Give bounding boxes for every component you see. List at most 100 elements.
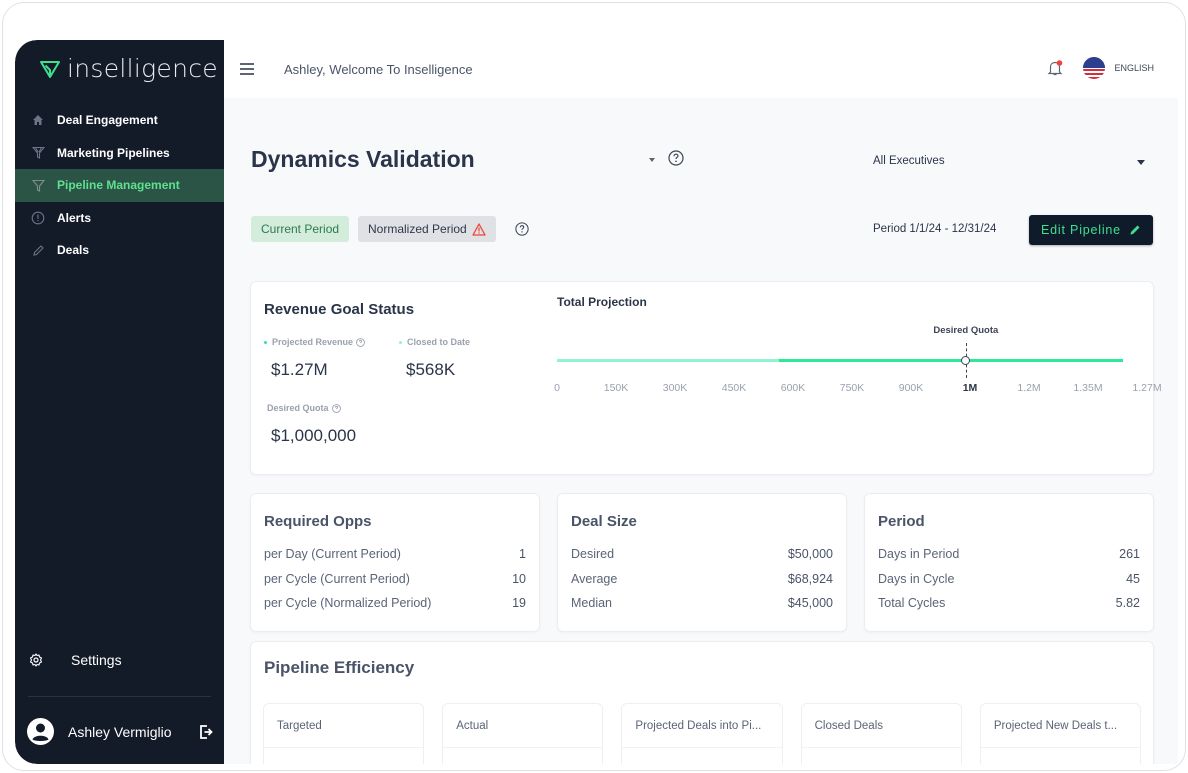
efficiency-tile-projected-deals[interactable]: Projected Deals into Pi... — [621, 703, 783, 764]
stat-label: per Day (Current Period) — [264, 547, 401, 561]
stat-label: Median — [571, 596, 612, 610]
language-selector[interactable]: ENGLISH — [1082, 56, 1154, 80]
closed-to-date-value: $568K — [406, 360, 456, 379]
stat-row: Median $45,000 — [571, 596, 833, 621]
window-frame: inselligence Deal Engagement Marketing P… — [2, 2, 1186, 771]
sidebar-item-label: Deal Engagement — [57, 113, 158, 128]
home-icon — [31, 113, 45, 127]
stat-value: $50,000 — [787, 547, 833, 561]
efficiency-tiles: Targeted Actual Projected Deals into Pi.… — [263, 703, 1142, 764]
quota-marker-dot[interactable] — [961, 356, 971, 365]
stat-value: 10 — [512, 571, 526, 586]
pipeline-efficiency-title: Pipeline Efficiency — [264, 658, 415, 677]
efficiency-tile-closed-deals[interactable]: Closed Deals — [800, 703, 962, 764]
tile-value — [443, 748, 602, 764]
bell-icon[interactable] — [1046, 59, 1064, 77]
settings-label: Settings — [71, 652, 122, 668]
tile-value — [981, 748, 1140, 764]
stat-label: Desired — [571, 547, 615, 561]
language-label: ENGLISH — [1114, 63, 1154, 73]
help-icon[interactable] — [356, 337, 365, 347]
total-projection-title: Total Projection — [557, 295, 647, 309]
efficiency-tile-targeted[interactable]: Targeted — [263, 703, 425, 764]
page-title: Dynamics Validation — [251, 146, 475, 172]
revenue-goal-title: Revenue Goal Status — [264, 301, 415, 318]
funnel-multi-icon — [31, 146, 45, 160]
chevron-down-icon — [1137, 160, 1145, 165]
stat-value: 19 — [512, 596, 526, 610]
closed-to-date-text: Closed to Date — [407, 337, 471, 347]
period-card: Period Days in Period 261 Days in Cycle 45… — [864, 493, 1154, 632]
closed-legend-dot — [399, 340, 402, 344]
required-opps-card: Required Opps per Day (Current Period) 1 … — [250, 493, 540, 632]
stat-label: per Cycle (Normalized Period) — [264, 596, 432, 610]
period-range: Period 1/1/24 - 12/31/24 — [873, 223, 997, 235]
axis-tick-label: 1.2M — [1017, 382, 1041, 394]
help-icon[interactable] — [515, 222, 529, 236]
brand-name: inselligence — [67, 54, 218, 83]
current-period-tag[interactable]: Current Period — [251, 216, 350, 242]
logo[interactable]: inselligence — [39, 54, 218, 83]
avatar-icon — [27, 718, 54, 745]
revenue-goal-card: Revenue Goal Status Projected Revenue $1… — [250, 281, 1162, 475]
sidebar-item-label: Marketing Pipelines — [57, 145, 170, 160]
stat-value: 45 — [1126, 571, 1140, 586]
normalized-period-label: Normalized Period — [368, 222, 467, 236]
stat-row: per Day (Current Period) 1 — [264, 547, 526, 572]
tile-label: Closed Deals — [801, 704, 961, 748]
funnel-icon — [31, 178, 45, 192]
alert-circle-icon — [31, 211, 45, 225]
welcome-text: Ashley, Welcome To Inselligence — [284, 61, 473, 77]
efficiency-tile-projected-new-deals[interactable]: Projected New Deals t... — [979, 703, 1142, 764]
period-title: Period — [878, 513, 925, 530]
pencil-icon — [1130, 225, 1140, 235]
stat-row: Average $68,924 — [571, 572, 833, 597]
sidebar-item-deals[interactable]: Deals — [15, 234, 224, 267]
deal-size-card: Deal Size Desired $50,000 Average $68,924 … — [557, 493, 847, 632]
sidebar-item-label: Pipeline Management — [57, 178, 180, 193]
topbar-actions: ENGLISH — [1046, 56, 1154, 80]
efficiency-tile-actual[interactable]: Actual — [442, 703, 604, 764]
total-projection-chart: Desired Quota 0 150K 300K 450K 600K 750K 900K 1… — [551, 322, 1162, 402]
stat-label: Average — [571, 571, 618, 586]
projected-revenue-label: Projected Revenue — [264, 337, 365, 347]
desired-quota-text: Desired Quota — [267, 403, 329, 413]
axis-tick-label: 150K — [603, 382, 629, 394]
stat-row: Total Cycles 5.82 — [878, 596, 1140, 621]
help-icon[interactable] — [331, 403, 341, 413]
user-name: Ashley Vermiglio — [68, 723, 172, 740]
sidebar-item-alerts[interactable]: Alerts — [15, 202, 224, 235]
app: inselligence Deal Engagement Marketing P… — [15, 40, 1178, 764]
stat-row: Days in Cycle 45 — [878, 572, 1140, 597]
sidebar-item-deal-engagement[interactable]: Deal Engagement — [15, 104, 224, 137]
executive-select[interactable]: All Executives — [873, 148, 1153, 174]
projected-revenue-text: Projected Revenue — [272, 337, 354, 347]
desired-quota-value: $1,000,000 — [271, 426, 357, 445]
axis-tick-label: 300K — [662, 382, 688, 394]
projected-legend-dot — [264, 340, 267, 344]
stat-row: per Cycle (Current Period) 10 — [264, 572, 526, 597]
deal-size-title: Deal Size — [571, 513, 637, 530]
stat-label: Days in Cycle — [878, 571, 955, 586]
topbar: Ashley, Welcome To Inselligence ENGLISH — [224, 40, 1178, 98]
edit-pipeline-button[interactable]: Edit Pipeline — [1029, 215, 1153, 245]
settings-link[interactable]: Settings — [29, 652, 122, 668]
normalized-period-tag[interactable]: Normalized Period — [358, 216, 496, 242]
pipeline-dropdown-caret-icon[interactable] — [649, 158, 655, 162]
logout-icon[interactable] — [199, 724, 213, 740]
tile-label: Projected New Deals t... — [980, 704, 1141, 748]
menu-icon[interactable] — [240, 63, 254, 75]
sidebar-item-pipeline-management[interactable]: Pipeline Management — [15, 169, 224, 202]
sidebar-item-marketing-pipelines[interactable]: Marketing Pipelines — [15, 137, 224, 170]
sidebar-nav: Deal Engagement Marketing Pipelines Pipe… — [15, 104, 224, 267]
axis-tick-label: 750K — [839, 382, 865, 394]
gear-icon — [29, 653, 43, 667]
user-profile[interactable]: Ashley Vermiglio — [27, 718, 213, 745]
axis-tick-label: 600K — [780, 382, 806, 394]
stat-value: $68,924 — [787, 571, 833, 586]
desired-quota-label: Desired Quota — [267, 403, 341, 413]
tile-label: Actual — [443, 704, 603, 748]
help-icon[interactable] — [668, 150, 684, 166]
axis-tick-label: 0 — [554, 382, 560, 394]
tile-label: Targeted — [264, 704, 424, 748]
